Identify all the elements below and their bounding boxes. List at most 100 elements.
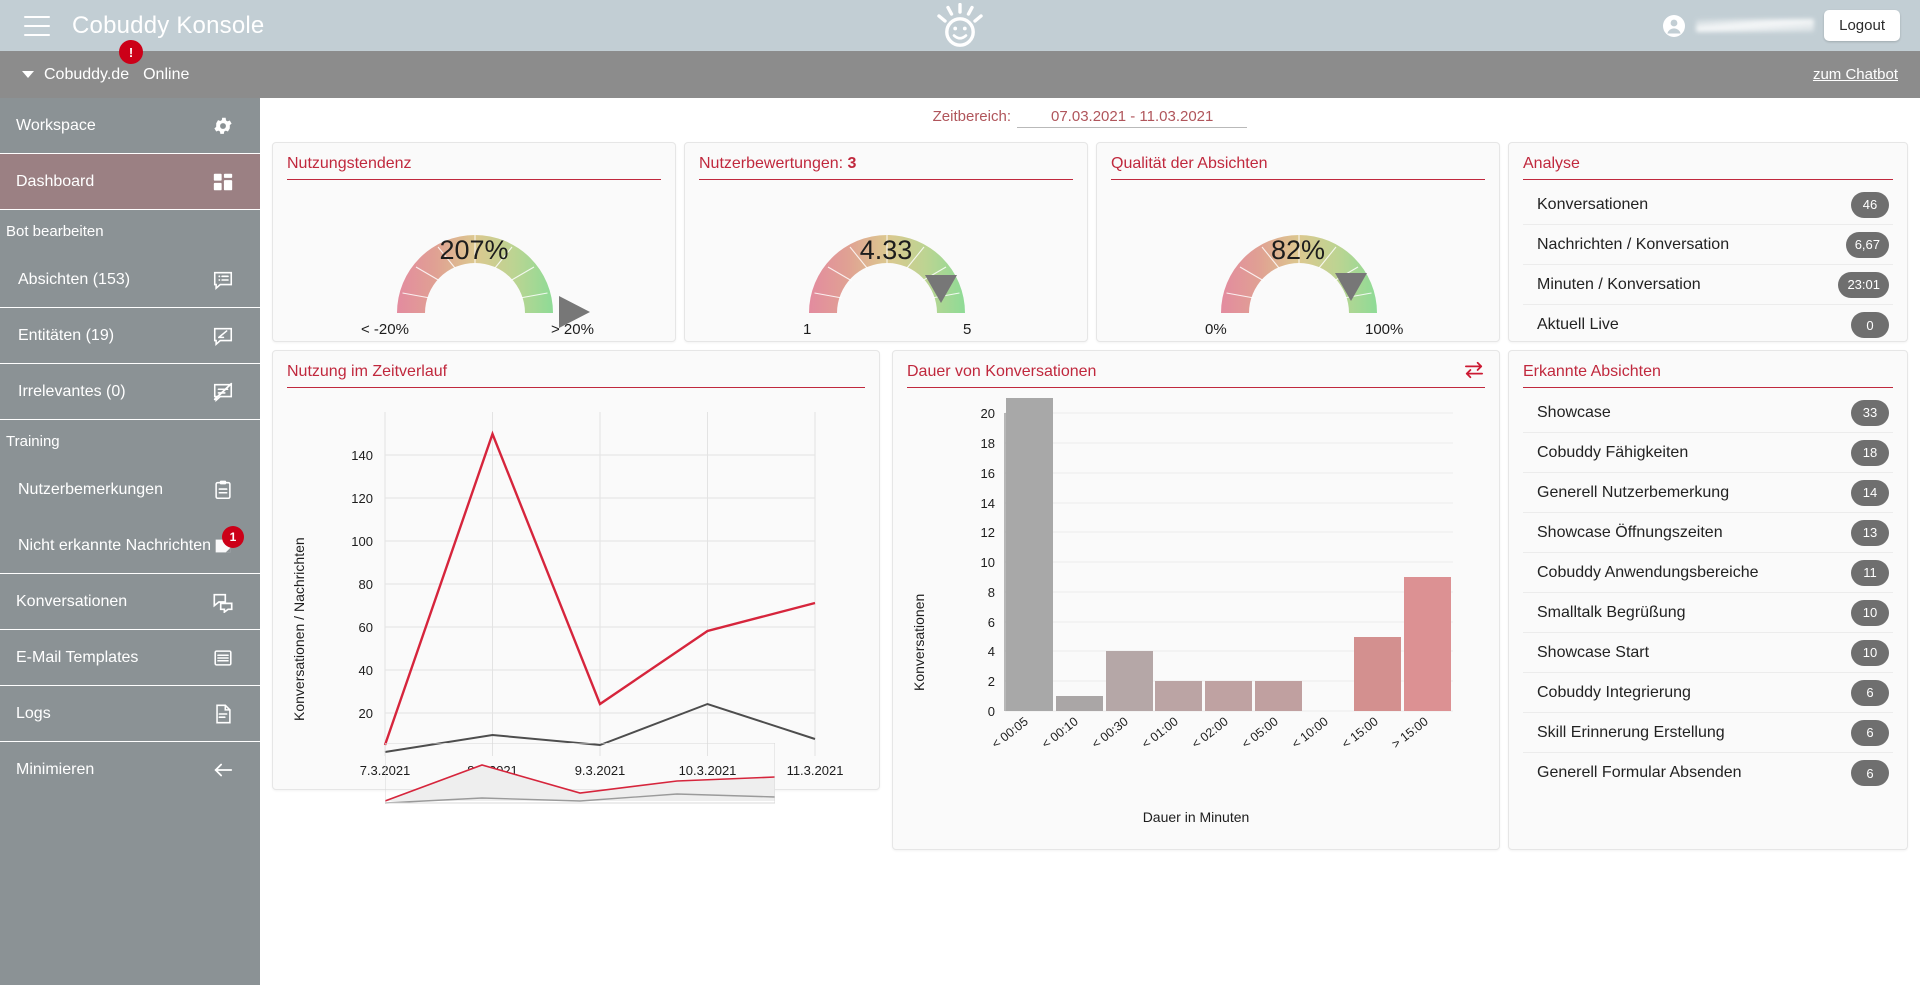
list-item-label: Cobuddy Fähigkeiten xyxy=(1537,443,1689,461)
svg-text:12: 12 xyxy=(981,525,995,540)
sidebar-item-absichten[interactable]: Absichten (153) xyxy=(0,252,260,308)
svg-text:60: 60 xyxy=(359,620,373,635)
dashboard-grid-icon xyxy=(212,171,234,193)
list-item-label: Skill Erinnerung Erstellung xyxy=(1537,723,1725,741)
sidebar-item-label: Absichten (153) xyxy=(18,270,131,288)
email-template-icon xyxy=(212,647,234,669)
list-item[interactable]: Showcase Start 10 xyxy=(1523,633,1893,673)
sidebar-group-label: Bot bearbeiten xyxy=(6,222,104,240)
card-nutzungstendenz: Nutzungstendenz 207% < -20% > 20% xyxy=(272,142,676,342)
gauge-value: 207% xyxy=(439,235,509,265)
list-item[interactable]: Minuten / Konversation 23:01 xyxy=(1523,265,1893,305)
logout-button[interactable]: Logout xyxy=(1824,10,1900,41)
analyse-list: Konversationen 46 Nachrichten / Konversa… xyxy=(1509,185,1907,345)
sidebar-item-minimieren[interactable]: Minimieren xyxy=(0,742,260,798)
card-title: Nutzung im Zeitverlauf xyxy=(287,363,865,388)
sidebar: Workspace Dashboard Bot bearbeiten Absic… xyxy=(0,98,260,985)
list-item[interactable]: Showcase 33 xyxy=(1523,393,1893,433)
username-redacted xyxy=(1696,19,1815,32)
swap-arrows-icon[interactable] xyxy=(1463,361,1485,384)
timerange-control[interactable]: Zeitbereich: 07.03.2021 - 11.03.2021 xyxy=(260,98,1920,130)
list-item[interactable]: Cobuddy Fähigkeiten 18 xyxy=(1523,433,1893,473)
list-item[interactable]: Generell Formular Absenden 6 xyxy=(1523,753,1893,793)
card-title: Analyse xyxy=(1523,155,1893,180)
svg-text:6: 6 xyxy=(988,615,995,630)
sidebar-item-label: Irrelevantes (0) xyxy=(18,382,126,400)
user-avatar-icon[interactable] xyxy=(1662,14,1686,38)
list-item-label: Nachrichten / Konversation xyxy=(1537,235,1730,253)
card-title: Erkannte Absichten xyxy=(1523,363,1893,388)
irrelevant-slash-icon xyxy=(212,381,234,403)
list-item[interactable]: Konversationen 46 xyxy=(1523,185,1893,225)
gauge-value: 4.33 xyxy=(859,235,913,265)
sidebar-item-dashboard[interactable]: Dashboard xyxy=(0,154,260,210)
svg-text:< 15:00: < 15:00 xyxy=(1339,714,1381,751)
svg-text:< 10:00: < 10:00 xyxy=(1289,714,1331,751)
sidebar-item-nutzerbemerkungen[interactable]: Nutzerbemerkungen xyxy=(0,462,260,518)
sidebar-item-irrelevantes[interactable]: Irrelevantes (0) xyxy=(0,364,260,420)
sidebar-item-konversationen[interactable]: Konversationen xyxy=(0,574,260,630)
svg-text:< 01:00: < 01:00 xyxy=(1139,714,1181,751)
list-item-label: Generell Formular Absenden xyxy=(1537,764,1742,781)
svg-text:16: 16 xyxy=(981,466,995,481)
sidebar-group-label: Training xyxy=(6,432,60,450)
gauge-low-label: < -20% xyxy=(361,321,409,338)
svg-text:80: 80 xyxy=(359,577,373,592)
svg-text:140: 140 xyxy=(351,448,373,463)
status-badge: 33 xyxy=(1851,399,1889,426)
sub-bar: Cobuddy.de Online ! zum Chatbot xyxy=(0,40,1920,98)
hamburger-icon[interactable] xyxy=(24,15,50,36)
status-badge: 14 xyxy=(1851,479,1889,506)
bar-chart-x-axis-label: Dauer in Minuten xyxy=(1142,809,1250,825)
list-item-label: Minuten / Konversation xyxy=(1537,275,1701,293)
sidebar-item-entitaeten[interactable]: Entitäten (19) xyxy=(0,308,260,364)
sidebar-item-email-templates[interactable]: E-Mail Templates xyxy=(0,630,260,686)
list-item[interactable]: Aktuell Live 0 xyxy=(1523,305,1893,345)
status-badge: 10 xyxy=(1851,599,1889,626)
sidebar-item-label: E-Mail Templates xyxy=(16,648,139,666)
clipboard-icon xyxy=(212,479,234,501)
timerange-label: Zeitbereich: xyxy=(932,108,1011,125)
list-item[interactable]: Cobuddy Integrierung 6 xyxy=(1523,673,1893,713)
bot-name[interactable]: Cobuddy.de xyxy=(44,66,129,84)
list-item[interactable]: Generell Nutzerbemerkung 14 xyxy=(1523,473,1893,513)
list-item[interactable]: Showcase Öffnungszeiten 13 xyxy=(1523,513,1893,553)
list-item-label: Aktuell Live xyxy=(1537,316,1619,333)
svg-text:< 00:30: < 00:30 xyxy=(1089,714,1131,751)
status-badge: 6,67 xyxy=(1845,231,1889,258)
card-nutzerbewertungen: Nutzerbewertungen: 3 4.33 1 5 xyxy=(684,142,1088,342)
timerange-value[interactable]: 07.03.2021 - 11.03.2021 xyxy=(1017,108,1248,128)
card-title-bold: 3 xyxy=(847,155,857,172)
zum-chatbot-link[interactable]: zum Chatbot xyxy=(1813,66,1898,83)
card-nutzung-im-zeitverlauf: Nutzung im Zeitverlauf Konversationen / … xyxy=(272,350,880,804)
line-chart-range-selector[interactable] xyxy=(384,742,776,810)
svg-text:14: 14 xyxy=(981,496,995,511)
list-item-label: Smalltalk Begrüßung xyxy=(1537,603,1686,621)
status-badge: 6 xyxy=(1851,679,1889,706)
smiley-sun-logo xyxy=(918,0,1002,51)
sidebar-item-logs[interactable]: Logs xyxy=(0,686,260,742)
sidebar-item-label: Konversationen xyxy=(16,592,128,610)
sidebar-item-nicht-erkannte-nachrichten[interactable]: Nicht erkannte Nachrichten 1 xyxy=(0,518,260,574)
list-item[interactable]: Cobuddy Anwendungsbereiche 11 xyxy=(1523,553,1893,593)
list-item-label: Showcase Öffnungszeiten xyxy=(1537,523,1723,541)
svg-text:20: 20 xyxy=(981,406,995,421)
alert-badge[interactable]: ! xyxy=(119,40,143,64)
sidebar-group-bot-bearbeiten: Bot bearbeiten xyxy=(0,210,260,252)
chevron-down-icon[interactable] xyxy=(22,71,34,78)
status-badge: 23:01 xyxy=(1838,271,1889,298)
list-item[interactable]: Skill Erinnerung Erstellung 6 xyxy=(1523,713,1893,753)
gauge-high-label: 100% xyxy=(1365,321,1404,338)
list-item[interactable]: Nachrichten / Konversation 6,67 xyxy=(1523,225,1893,265)
status-badge: 13 xyxy=(1851,519,1889,546)
svg-text:8: 8 xyxy=(988,585,995,600)
sidebar-item-label: Entitäten (19) xyxy=(18,326,115,344)
list-item[interactable]: Smalltalk Begrüßung 10 xyxy=(1523,593,1893,633)
sidebar-group-training: Training xyxy=(0,420,260,462)
svg-text:2: 2 xyxy=(988,674,995,689)
svg-text:0: 0 xyxy=(988,704,995,719)
svg-text:< 00:10: < 00:10 xyxy=(1039,714,1081,751)
card-title-text: Nutzerbewertungen: xyxy=(699,155,848,172)
sidebar-item-workspace[interactable]: Workspace xyxy=(0,98,260,154)
status-badge: 46 xyxy=(1851,191,1889,218)
